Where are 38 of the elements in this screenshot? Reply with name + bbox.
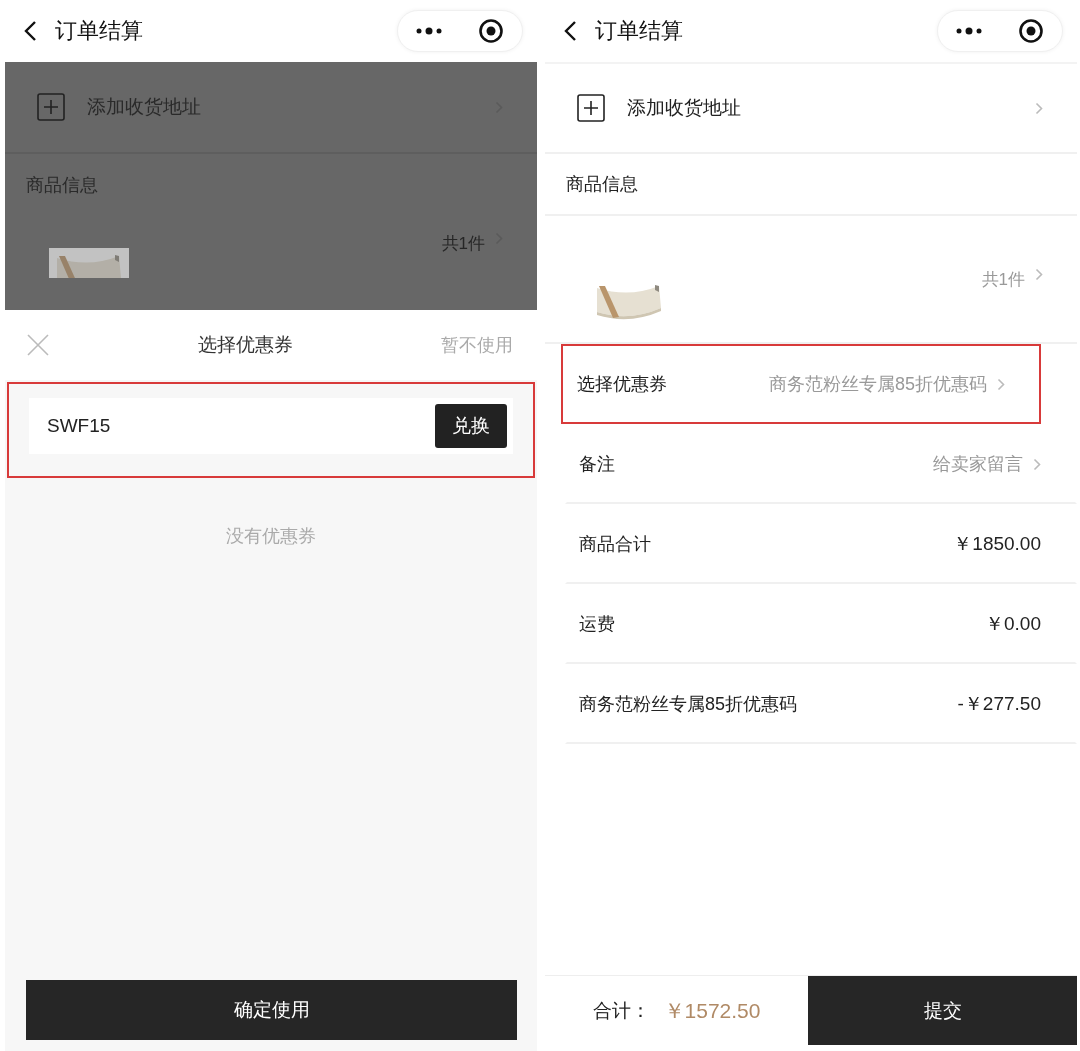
chevron-right-icon bbox=[1033, 457, 1041, 471]
row-label: 商务范粉丝专属85折优惠码 bbox=[579, 693, 799, 716]
section-title: 商品信息 bbox=[566, 173, 638, 196]
row-label: 运费 bbox=[579, 613, 616, 636]
redeem-button[interactable]: 兑换 bbox=[435, 404, 507, 448]
close-target-icon bbox=[478, 18, 504, 44]
amount-value: ￥0.00 bbox=[985, 612, 1041, 636]
chevron-right-icon bbox=[997, 377, 1005, 391]
more-icon bbox=[955, 27, 983, 35]
more-icon bbox=[415, 27, 443, 35]
item-count: 共1件 bbox=[441, 233, 485, 255]
page-title: 订单结算 bbox=[55, 17, 144, 45]
sheet-title: 选择优惠券 bbox=[197, 333, 293, 357]
total-label: 合计： bbox=[592, 998, 650, 1023]
close-target-icon bbox=[1018, 18, 1044, 44]
row-label: 备注 bbox=[579, 453, 616, 476]
row-label: 商品合计 bbox=[579, 533, 652, 556]
amount-value: -￥277.50 bbox=[957, 692, 1041, 716]
add-icon bbox=[37, 93, 65, 121]
chevron-right-icon bbox=[1035, 101, 1043, 115]
amount-value: ￥1850.00 bbox=[953, 532, 1041, 556]
row-label: 选择优惠券 bbox=[577, 373, 668, 396]
coupon-code-field[interactable]: SWF15 兑换 bbox=[29, 398, 513, 454]
back-icon[interactable] bbox=[563, 20, 577, 42]
empty-message: 没有优惠券 bbox=[226, 526, 316, 546]
chevron-right-icon bbox=[1035, 268, 1043, 281]
row-value: 商务范粉丝专属85折优惠码 bbox=[768, 373, 987, 396]
address-link[interactable]: 添加收货地址 bbox=[627, 95, 1013, 121]
row-value: 给卖家留言 bbox=[933, 453, 1023, 476]
section-title: 商品信息 bbox=[26, 174, 98, 197]
add-icon bbox=[577, 94, 605, 122]
option-row[interactable]: 备注 给卖家留言 bbox=[565, 424, 1077, 504]
total-amount: ￥1572.50 bbox=[663, 997, 761, 1024]
submit-button[interactable]: 提交 bbox=[808, 976, 1077, 1045]
confirm-button[interactable]: 确定使用 bbox=[26, 980, 517, 1040]
back-icon[interactable] bbox=[23, 20, 37, 42]
page-title: 订单结算 bbox=[595, 17, 684, 45]
option-row[interactable]: 选择优惠券 商务范粉丝专属85折优惠码 bbox=[561, 344, 1041, 424]
